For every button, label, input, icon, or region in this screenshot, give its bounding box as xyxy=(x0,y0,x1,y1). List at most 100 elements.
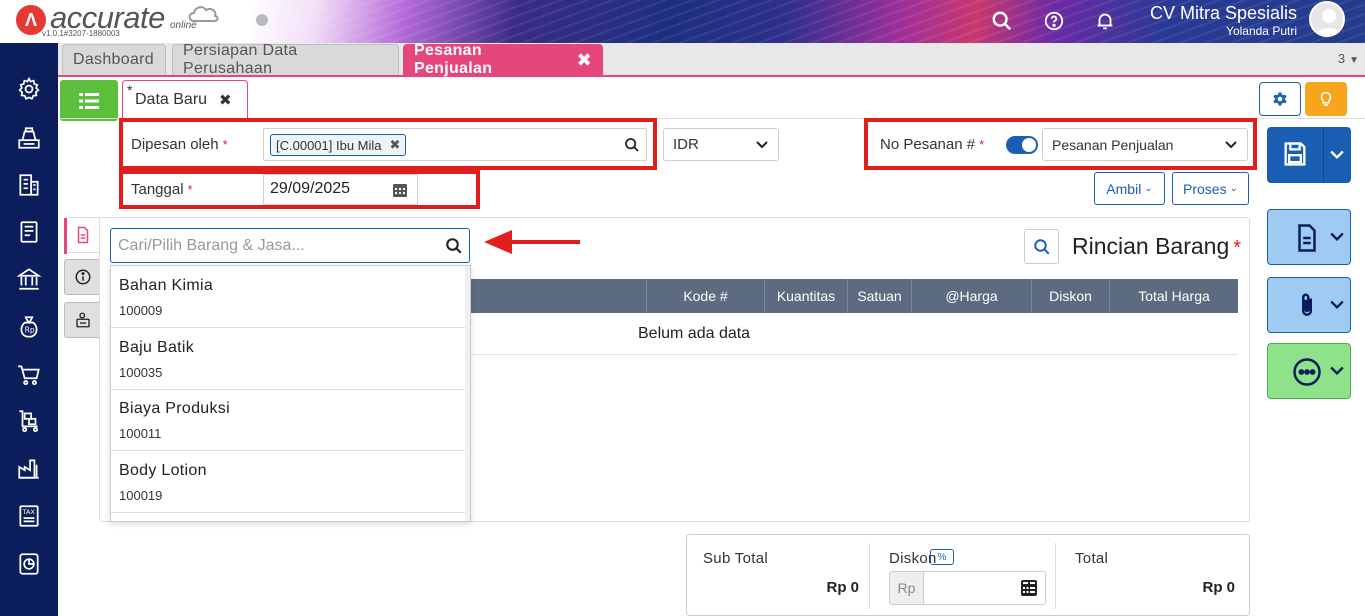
calendar-icon[interactable] xyxy=(393,182,407,197)
list-view-button[interactable] xyxy=(60,80,118,121)
tab-rincian-barang[interactable] xyxy=(64,217,100,254)
logo-online: online xyxy=(170,20,197,31)
lightbulb-icon xyxy=(1320,91,1332,106)
list-item[interactable]: Body Lotion 100019 xyxy=(111,451,466,513)
tips-button[interactable] xyxy=(1305,82,1347,116)
more-actions-button[interactable] xyxy=(1267,343,1351,399)
tab-label: Pesanan Penjualan xyxy=(414,42,493,77)
close-icon[interactable]: ✖ xyxy=(219,91,232,109)
floppy-disk-icon xyxy=(1284,142,1306,166)
tab-label: Dashboard xyxy=(73,51,154,68)
chevron-down-icon xyxy=(756,140,768,148)
ambil-button[interactable]: Ambil ⌄ xyxy=(1094,172,1165,205)
item-code: 100035 xyxy=(119,365,163,380)
gear-icon xyxy=(1273,92,1287,106)
document-icon xyxy=(1298,224,1316,252)
tab-biaya[interactable] xyxy=(64,302,100,338)
tanggal-field[interactable]: 29/09/2025 xyxy=(263,174,418,205)
tab-info[interactable] xyxy=(64,259,100,295)
cost-icon xyxy=(75,312,90,328)
search-icon[interactable] xyxy=(445,237,463,255)
save-button[interactable] xyxy=(1267,127,1351,183)
column-header-name xyxy=(470,279,646,313)
no-pesanan-type-select[interactable]: Pesanan Penjualan xyxy=(1042,128,1248,161)
cart-icon[interactable] xyxy=(15,361,43,389)
close-icon[interactable]: ✖ xyxy=(577,50,592,71)
column-header-kuantitas[interactable]: Kuantitas xyxy=(764,279,847,313)
annotation-arrow-icon xyxy=(484,230,580,254)
column-header-diskon[interactable]: Diskon xyxy=(1031,279,1109,313)
list-item[interactable]: Bahan Kimia 100009 xyxy=(111,266,466,328)
item-name: Biaya Produksi xyxy=(119,400,230,417)
document-button[interactable] xyxy=(1267,209,1351,265)
tax-icon[interactable]: TAX xyxy=(15,502,43,530)
divider xyxy=(1323,127,1324,183)
item-code: 100009 xyxy=(119,303,163,318)
gear-icon[interactable] xyxy=(15,75,43,103)
search-icon[interactable] xyxy=(990,9,1014,33)
dropdown-scrollbar[interactable] xyxy=(465,266,470,521)
chevron-down-icon: ▼ xyxy=(1349,55,1359,66)
total-label: Total xyxy=(1075,550,1109,567)
diskon-amount-input[interactable]: Rp xyxy=(889,571,1046,605)
building-icon[interactable] xyxy=(15,171,43,199)
chevron-down-icon: ⌄ xyxy=(1144,183,1153,194)
bell-icon[interactable] xyxy=(1093,9,1117,33)
sub-total-cell: Sub Total Rp 0 xyxy=(687,535,869,616)
column-header-kode[interactable]: Kode # xyxy=(646,279,764,313)
avatar[interactable] xyxy=(1309,1,1345,37)
tab-pesanan-penjualan[interactable]: Pesanan Penjualan ✖ xyxy=(403,42,603,77)
ellipsis-icon xyxy=(1293,358,1321,386)
chevron-down-icon: ⌄ xyxy=(1229,183,1238,194)
list-item[interactable]: Biaya Produksi 100011 xyxy=(111,389,466,451)
tab-persiapan-data[interactable]: Persiapan Data Perusahaan xyxy=(172,42,399,77)
item-dropdown-list: Bahan Kimia 100009 Baju Batik 100035 Bia… xyxy=(110,265,471,522)
proses-button[interactable]: Proses ⌄ xyxy=(1172,172,1249,205)
auto-number-toggle[interactable] xyxy=(1006,136,1038,154)
settings-button[interactable] xyxy=(1259,82,1301,116)
company-info[interactable]: CV Mitra Spesialis Yolanda Putri xyxy=(1150,3,1297,39)
table-empty-row: Belum ada data xyxy=(470,313,1238,355)
chevron-down-icon xyxy=(1330,366,1344,375)
list-item[interactable]: Baju Batik 100035 xyxy=(111,328,466,390)
help-icon[interactable] xyxy=(1042,9,1066,33)
sub-total-label: Sub Total xyxy=(703,550,768,567)
app-version: v1.0.1#3207-1880003 xyxy=(42,29,120,38)
document-icon xyxy=(77,226,88,244)
chevron-down-icon[interactable] xyxy=(1330,150,1344,160)
column-header-harga[interactable]: @Harga xyxy=(911,279,1031,313)
cashier-icon[interactable] xyxy=(15,124,43,152)
currency-select[interactable]: IDR xyxy=(663,128,779,161)
rincian-search-button[interactable] xyxy=(1024,229,1059,264)
column-header-satuan[interactable]: Satuan xyxy=(847,279,911,313)
customer-field[interactable]: [C.00001] Ibu Mila ✖ xyxy=(263,128,647,161)
ledger-icon[interactable] xyxy=(15,218,43,246)
calculator-icon[interactable] xyxy=(1021,580,1037,596)
item-search-input[interactable]: Cari/Pilih Barang & Jasa... xyxy=(110,228,470,263)
paperclip-icon xyxy=(1302,293,1312,316)
subtab-data-baru[interactable]: * Data Baru ✖ xyxy=(122,80,248,119)
tab-count[interactable]: 3 ▼ xyxy=(1338,51,1359,66)
attachment-button[interactable] xyxy=(1267,277,1351,333)
chevron-down-icon xyxy=(1330,232,1344,241)
unsaved-star: * xyxy=(127,82,133,98)
item-code: 100011 xyxy=(119,426,162,441)
money-bag-icon[interactable]: Rp xyxy=(15,313,43,341)
totals-panel: Sub Total Rp 0 Diskon % Rp Total Rp 0 xyxy=(686,534,1250,616)
customer-chip[interactable]: [C.00001] Ibu Mila ✖ xyxy=(270,134,407,156)
column-header-total-harga[interactable]: Total Harga xyxy=(1109,279,1238,313)
diskon-percent-toggle[interactable]: % xyxy=(930,549,954,565)
search-icon[interactable] xyxy=(624,137,640,153)
factory-icon[interactable] xyxy=(15,454,43,482)
bank-icon[interactable] xyxy=(15,265,43,293)
total-cell: Total Rp 0 xyxy=(1059,535,1249,616)
tab-dashboard[interactable]: Dashboard xyxy=(62,44,166,75)
item-name: Bahan Kimia xyxy=(119,277,214,294)
no-pesanan-label: No Pesanan # * xyxy=(880,136,985,153)
inventory-cart-icon[interactable] xyxy=(15,407,43,435)
report-icon[interactable] xyxy=(15,550,43,578)
currency-value: IDR xyxy=(673,136,699,153)
svg-text:TAX: TAX xyxy=(22,508,36,516)
customer-chip-label: [C.00001] Ibu Mila xyxy=(276,137,382,153)
close-icon[interactable]: ✖ xyxy=(390,137,401,153)
